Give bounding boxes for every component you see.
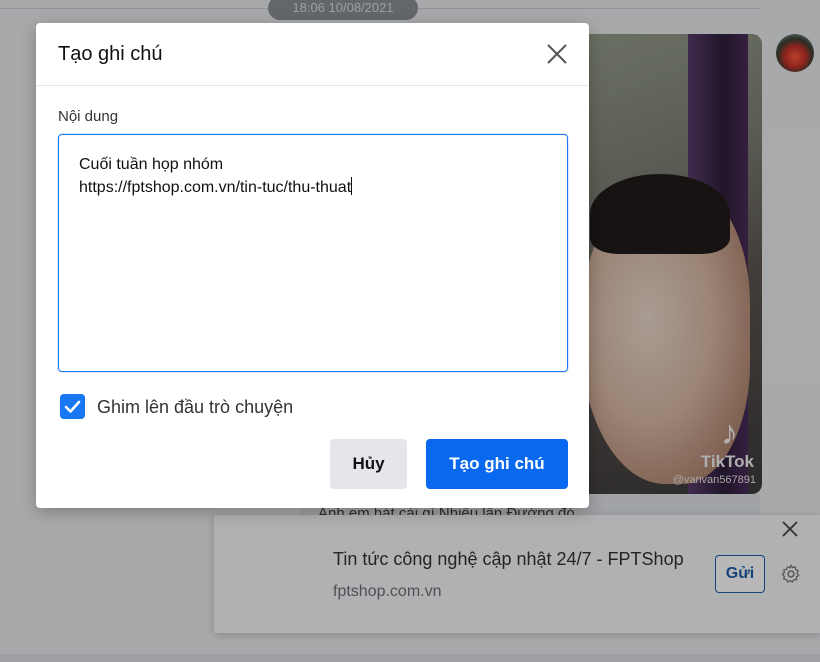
close-icon[interactable]	[544, 41, 570, 67]
pin-label[interactable]: Ghim lên đầu trò chuyện	[97, 397, 293, 418]
dialog-header: Tạo ghi chú	[36, 23, 589, 86]
text-caret	[351, 177, 353, 195]
create-note-dialog: Tạo ghi chú Nội dung Cuối tuần họp nhóm …	[36, 23, 589, 508]
content-label: Nội dung	[58, 108, 119, 125]
pin-checkbox[interactable]	[60, 394, 85, 419]
note-content-textarea[interactable]: Cuối tuần họp nhóm https://fptshop.com.v…	[58, 134, 568, 372]
cancel-button[interactable]: Hủy	[330, 439, 407, 489]
create-note-button[interactable]: Tạo ghi chú	[426, 439, 568, 489]
dialog-title: Tạo ghi chú	[58, 43, 163, 65]
note-content-text: Cuối tuần họp nhóm https://fptshop.com.v…	[79, 156, 352, 196]
